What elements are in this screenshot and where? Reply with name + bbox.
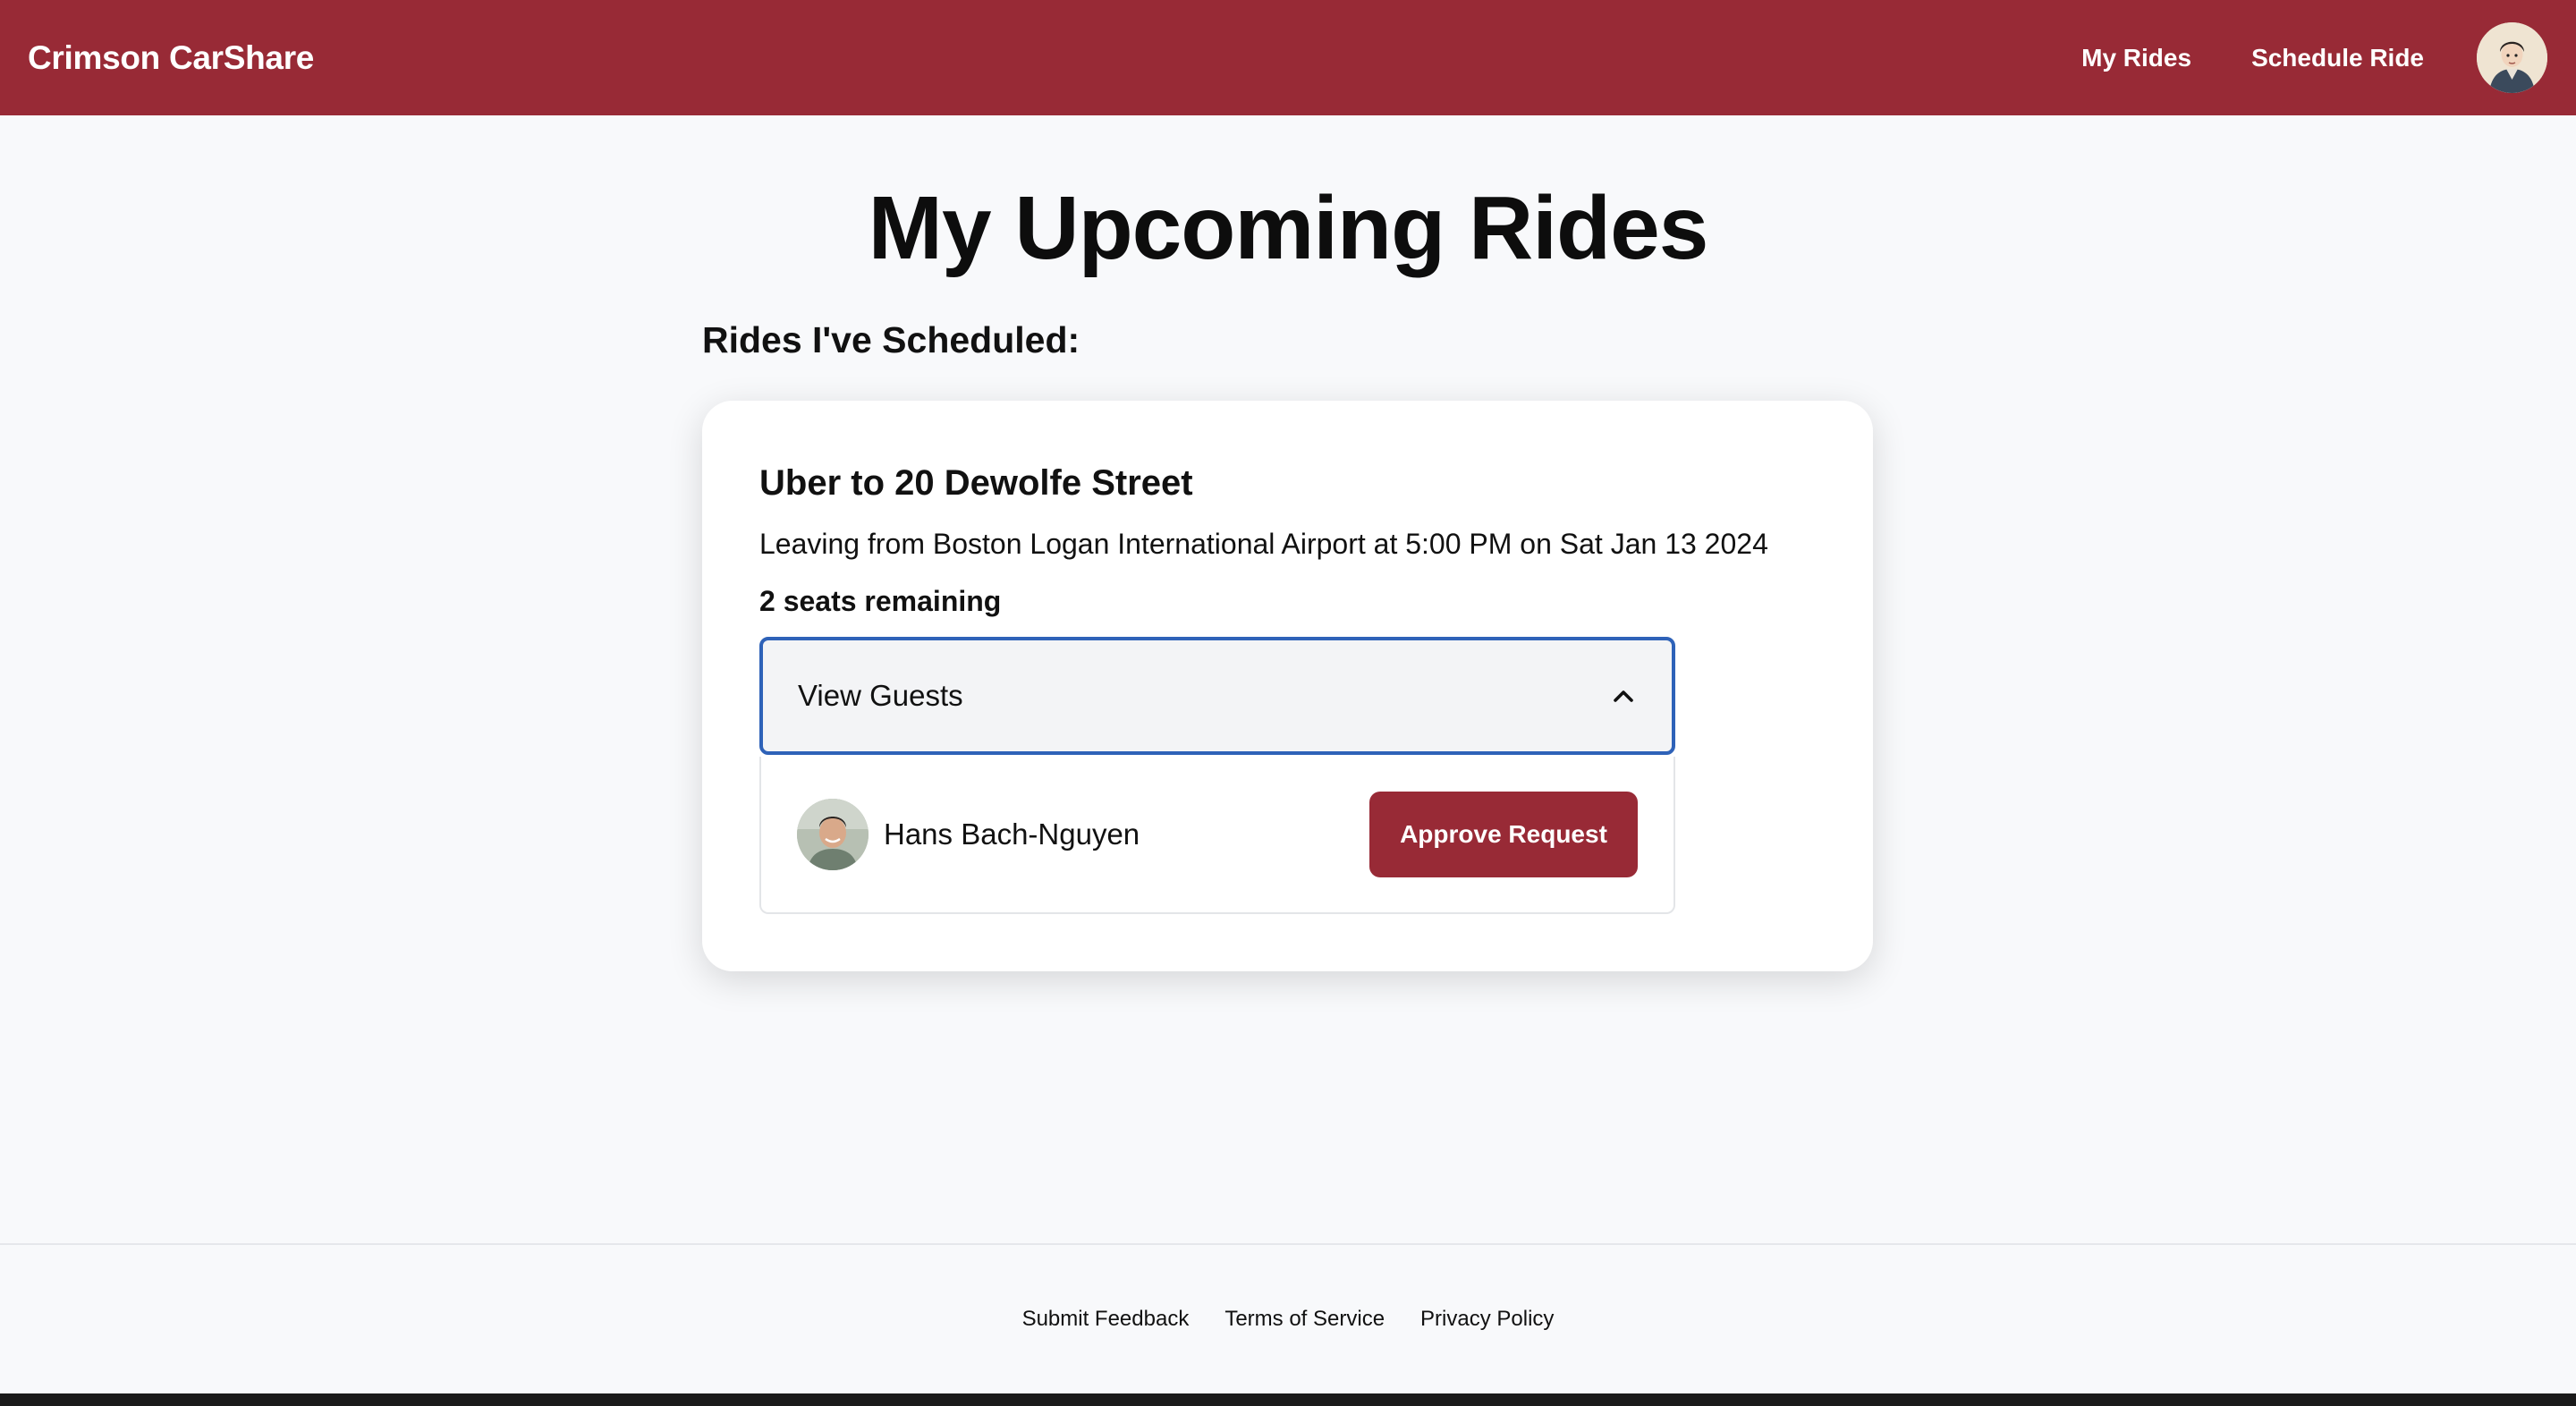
guest-avatar — [797, 799, 869, 870]
user-avatar-icon — [2477, 22, 2547, 93]
chevron-up-icon — [1614, 690, 1633, 702]
ride-card: Uber to 20 Dewolfe Street Leaving from B… — [702, 401, 1873, 971]
footer-link-submit-feedback[interactable]: Submit Feedback — [1022, 1307, 1190, 1332]
guest-row: Hans Bach-Nguyen — [797, 799, 1140, 870]
guests-accordion: View Guests Hans Bach-Nguyen Approve Req… — [759, 637, 1675, 914]
nav-menu: My Rides Schedule Ride — [2021, 22, 2547, 93]
guest-avatar-icon — [797, 799, 869, 870]
ride-title: Uber to 20 Dewolfe Street — [759, 463, 1193, 503]
footer-link-privacy-policy[interactable]: Privacy Policy — [1420, 1307, 1554, 1332]
approve-request-button[interactable]: Approve Request — [1369, 792, 1638, 877]
footer-link-terms-of-service[interactable]: Terms of Service — [1224, 1307, 1385, 1332]
seats-remaining: 2 seats remaining — [759, 585, 1002, 617]
nav-link-schedule-ride[interactable]: Schedule Ride — [2251, 44, 2424, 72]
ride-details: Leaving from Boston Logan International … — [759, 528, 1768, 560]
window-bottom-edge — [0, 1393, 2576, 1406]
page-title: My Upcoming Rides — [868, 178, 1709, 278]
section-heading-scheduled-rides: Rides I've Scheduled: — [702, 319, 1080, 360]
top-navbar: Crimson CarShare My Rides Schedule Ride — [0, 0, 2576, 115]
footer: Submit Feedback Terms of Service Privacy… — [0, 1243, 2576, 1393]
guest-name: Hans Bach-Nguyen — [884, 817, 1140, 851]
view-guests-label: View Guests — [798, 679, 963, 712]
nav-link-my-rides[interactable]: My Rides — [2081, 44, 2191, 72]
view-guests-toggle[interactable]: View Guests — [759, 637, 1675, 755]
brand-logo-link[interactable]: Crimson CarShare — [28, 39, 314, 77]
user-avatar[interactable] — [2477, 22, 2547, 93]
guest-list: Hans Bach-Nguyen Approve Request — [759, 757, 1675, 914]
